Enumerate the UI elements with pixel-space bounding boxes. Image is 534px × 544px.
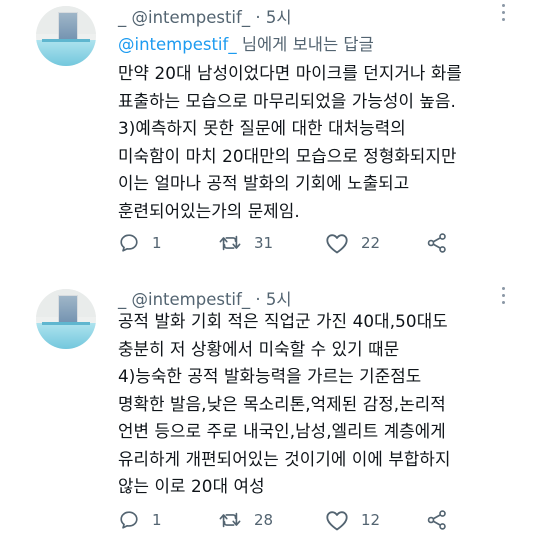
tweet-line: 충분히 저 상황에서 미숙할 수 있기 때문 [118,338,400,359]
timestamp[interactable]: 5시 [266,8,292,27]
tweet-line: 만약 20대 남성이었다면 마이크를 던지거나 화를 [118,63,462,83]
tweet-line: 미숙함이 마치 20대만의 모습으로 정형화되지만 [118,145,457,166]
tweet-line: 4)능숙한 공적 발화능력을 가르는 기준점도 [118,366,422,386]
reply-mention[interactable]: @intempestif_ [118,35,237,54]
timestamp[interactable]: 5시 [266,290,292,309]
share-icon [427,233,446,253]
reply-button[interactable]: 1 [118,232,162,254]
retweet-icon [219,235,241,251]
handle-prefix: _ [118,290,132,309]
more-icon[interactable] [501,4,507,22]
more-icon[interactable] [501,287,507,305]
reply-button[interactable]: 1 [118,509,162,531]
tweet-text: 공적 발화 기회 적은 직업군 가진 40대,50대도충분히 저 상황에서 미숙… [118,308,451,501]
reply-icon [120,511,138,529]
share-button[interactable] [426,232,448,254]
reply-suffix: 님에게 보내는 답글 [236,35,374,54]
handle-prefix: _ [118,8,132,27]
retweet-icon [219,512,241,528]
retweet-count: 28 [254,511,274,529]
tweet[interactable]: _ @intempestif_ · 5시 공적 발화 기회 적은 직업군 가진 … [0,276,534,544]
like-count: 12 [361,511,381,529]
tweet-line: 공적 발화 기회 적은 직업군 가진 40대,50대도 [118,311,448,331]
separator: · [255,290,261,309]
tweet-line: 유리하게 개편되어있는 것이기에 이에 부합하지 [118,448,451,469]
handle[interactable]: @intempestif_ [132,290,251,309]
reply-count: 1 [152,511,162,529]
tweet-line: 언변 등으로 주로 내국인,남성,엘리트 계층에게 [118,421,446,441]
tweet-line: 표출하는 모습으로 마무리되었을 가능성이 높음. [118,90,456,111]
share-button[interactable] [426,509,448,531]
avatar[interactable] [36,289,96,349]
reply-icon [120,234,138,252]
tweet-line: 이는 얼마나 공적 발화의 기회에 노출되고 [118,173,410,193]
separator: · [255,8,261,27]
tweet-line: 훈련되어있는가의 문제임. [118,200,300,221]
tweet-line: 3)예측하지 못한 질문에 대한 대처능력의 [118,118,406,138]
tweet-header: _ @intempestif_ · 5시 [118,4,292,27]
retweet-count: 31 [254,234,274,252]
like-icon [326,511,348,531]
handle[interactable]: @intempestif_ [132,8,251,27]
tweet-actions: 1 31 22 [118,232,458,254]
reply-count: 1 [152,234,162,252]
retweet-button[interactable]: 31 [218,232,273,254]
reply-context: @intempestif_ 님에게 보내는 답글 [118,31,374,55]
tweet-header: _ @intempestif_ · 5시 [118,286,292,309]
avatar[interactable] [36,6,96,66]
tweet-line: 않는 이로 20대 여성 [118,476,265,496]
like-button[interactable]: 12 [325,509,380,531]
like-icon [326,234,348,254]
tweet[interactable]: _ @intempestif_ · 5시 @intempestif_ 님에게 보… [0,0,534,272]
like-button[interactable]: 22 [325,232,380,254]
tweet-actions: 1 28 12 [118,509,458,531]
tweet-text: 만약 20대 남성이었다면 마이크를 던지거나 화를표출하는 모습으로 마무리되… [118,60,462,225]
like-count: 22 [361,234,381,252]
share-icon [427,510,446,530]
tweet-line: 명확한 발음,낮은 목소리톤,억제된 감정,논리적 [118,393,446,414]
retweet-button[interactable]: 28 [218,509,273,531]
